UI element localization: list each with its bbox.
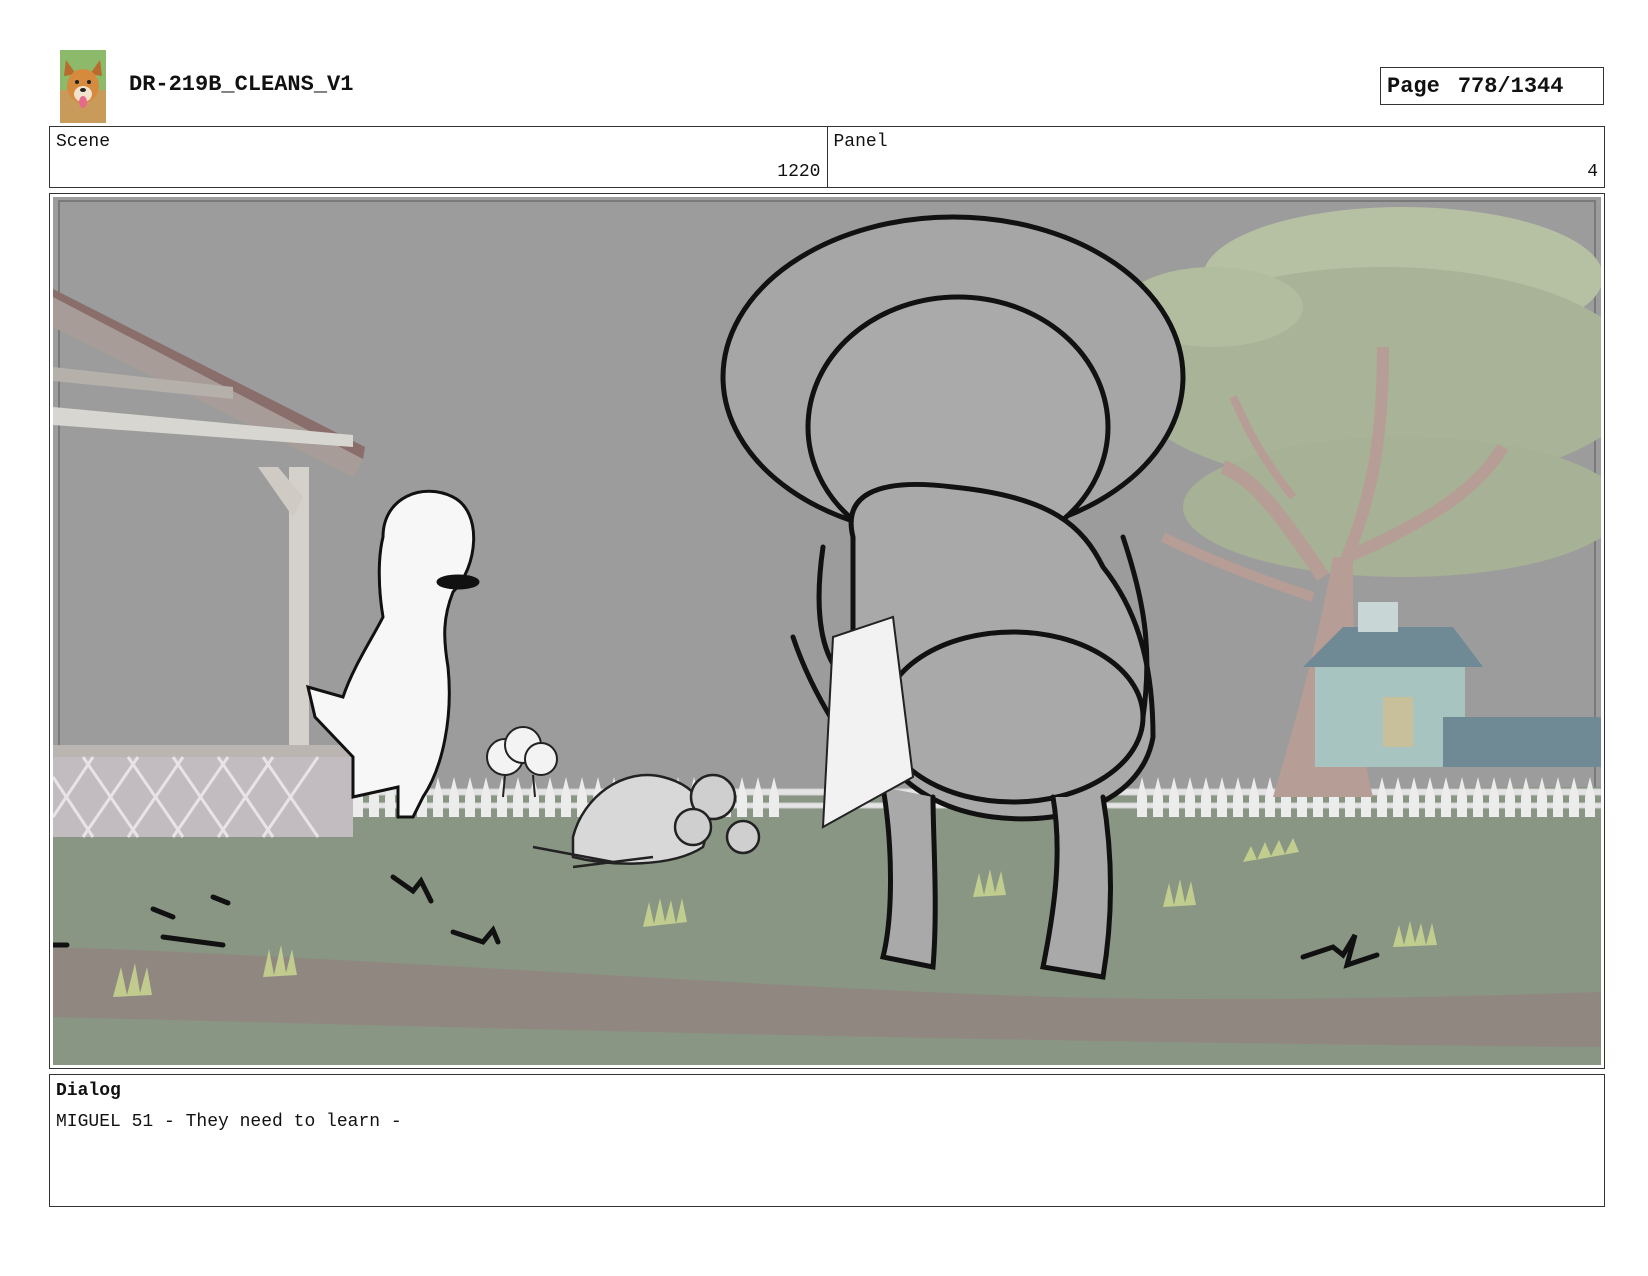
scene-cell: Scene 1220 bbox=[50, 127, 827, 187]
page-number: 778/1344 bbox=[1457, 73, 1564, 99]
page-indicator: Page 778/1344 bbox=[1380, 67, 1604, 105]
storyboard-sketch-icon bbox=[53, 197, 1601, 1065]
dialog-box: Dialog MIGUEL 51 - They need to learn - bbox=[49, 1074, 1605, 1207]
dog-photo-icon bbox=[60, 50, 106, 123]
scene-panel-row: Scene 1220 Panel 4 bbox=[49, 126, 1605, 188]
scene-label: Scene bbox=[56, 132, 111, 152]
document-title: DR-219B_CLEANS_V1 bbox=[129, 72, 354, 97]
dialog-text: MIGUEL 51 - They need to learn - bbox=[56, 1112, 402, 1132]
panel-cell: Panel 4 bbox=[826, 127, 1605, 187]
scene-value: 1220 bbox=[777, 162, 821, 182]
panel-value: 4 bbox=[1587, 162, 1598, 182]
dialog-label: Dialog bbox=[56, 1081, 121, 1101]
panel-label: Panel bbox=[833, 132, 888, 152]
page-label: Page bbox=[1387, 73, 1440, 99]
